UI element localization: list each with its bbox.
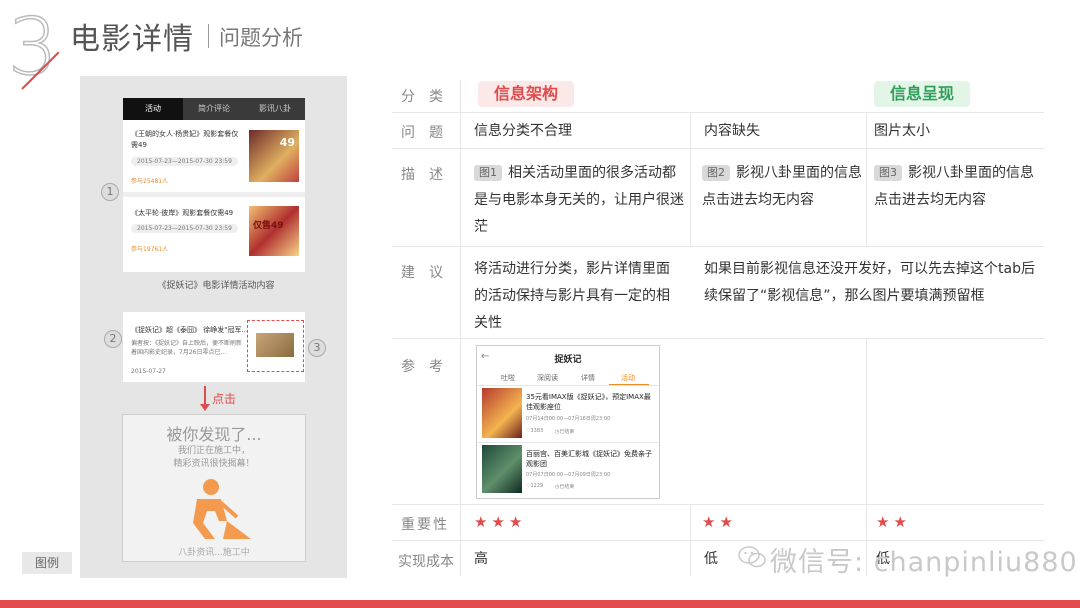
news-thumbnail-image [256,333,294,357]
flow-arrow-line [204,386,206,404]
item-divider [477,442,659,443]
row-label-problem: 问题 [401,125,457,141]
row-label-cost: 实现成本 [398,554,454,570]
row-divider [392,246,1044,247]
page-subtitle: 问题分析 [219,26,303,50]
empty-content-screen: 被你发现了... 我们正在施工中， 精彩资讯很快揭幕！ 八卦资讯...施工中 [122,414,306,562]
row-divider [392,504,1044,505]
activity-date: 2015-07-23—2015-07-30 23:59 [131,224,238,233]
column-divider [690,504,691,576]
cost-cell: 低 [704,551,718,567]
marker-2: 2 [104,330,122,348]
activity-participants: 参与19761人 [131,246,169,253]
section-number: 3 [7,2,58,94]
marker-3: 3 [308,339,326,357]
description-cell: 图3 影视八卦里面的信息点击进去均无内容 [874,160,1034,214]
reference-item-likes: ♡1229 [526,483,544,489]
figure-tag: 图2 [702,165,730,181]
activity-card[interactable]: 《太平轮·彼岸》观影套餐仅需49 2015-07-23—2015-07-30 2… [123,198,305,264]
row-label-suggestion: 建议 [401,265,457,281]
row-divider [392,112,1044,113]
reference-screenshot: ← 捉妖记 吐啦 深阅读 详情 活动 35元看IMAX版《捉妖记》，预定IMAX… [476,345,660,499]
problem-cell: 内容缺失 [704,123,760,139]
marker-1: 1 [101,183,119,201]
poster-price: 仅售49 [253,221,284,231]
activity-title: 《太平轮·彼岸》观影套餐仅需49 [131,209,234,217]
bottom-accent-bar [0,600,1080,608]
activity-card[interactable]: 《王朝的女人·杨贵妃》观影套餐仅需49 2015-07-23—2015-07-3… [123,122,305,197]
figure-tag: 图3 [874,165,902,181]
small-image-highlight [247,320,304,372]
legend-label: 图例 [22,552,72,574]
figure-tag: 图1 [474,165,502,181]
category-info-presentation: 信息呈现 [874,81,970,107]
activity-participants: 参与25481人 [131,178,169,185]
row-label-description: 描述 [401,167,457,183]
watermark-text: 微信号: chanpinliu880 [770,547,1078,578]
tab-intro-review[interactable]: 简介评论 [184,98,244,120]
tab-divider [477,385,659,386]
news-date: 2015-07-27 [131,368,166,375]
row-divider [392,338,1044,339]
activity-poster-image: 49 [249,130,299,182]
importance-stars: ★★ [876,513,911,531]
movie-detail-tabbar: 活动 简介评论 影讯八卦 [123,98,305,120]
description-text: 相关活动里面的很多活动都是与电影本身无关的，让用户很迷茫 [474,165,684,235]
news-summary: 偏者按：《捉妖记》自上映后，便不断刷新着国内影史纪录，7月26日零点已... [131,340,243,356]
wechat-icon [738,546,766,568]
activity-date: 2015-07-23—2015-07-30 23:59 [131,157,238,166]
column-divider [866,112,867,246]
row-label-importance: 重要性 [401,517,449,533]
empty-footer: 八卦资讯...施工中 [178,548,250,558]
reference-thumbnail-image [482,388,522,438]
reference-item-date: 07月14日00:00—07月16日周23:00 [526,416,611,422]
click-label: 点击 [212,392,237,406]
title-divider [208,24,209,48]
construction-worker-icon [193,479,251,539]
row-divider [392,148,1044,149]
reference-tab[interactable]: 详情 [581,373,595,383]
category-info-architecture: 信息架构 [478,81,574,107]
example-caption: 《捉妖记》电影详情活动内容 [157,281,275,291]
column-divider [690,112,691,246]
reference-item-status: ◷已结束 [555,429,575,435]
activity-poster-image: 仅售49 [249,206,299,256]
reference-item-status: ◷已结束 [555,484,575,490]
activity-title: 《王朝的女人·杨贵妃》观影套餐仅需49 [131,130,239,149]
reference-tab-active[interactable]: 活动 [621,373,635,383]
problem-cell: 图片太小 [874,123,930,139]
reference-item-date: 07月07日00:00—07月09日周23:00 [526,472,611,478]
reference-item-likes: ♡3383 [526,428,544,434]
row-label-category: 分类 [401,89,457,105]
row-label-reference: 参考 [401,359,457,375]
problem-cell: 信息分类不合理 [474,123,572,139]
suggestion-cell: 如果目前影视信息还没开发好，可以先去掉这个tab后续保留了“影视信息”，那么图片… [704,261,1035,304]
reference-item-title: 百丽宫、百美汇影城《捉妖记》免费亲子观影团 [526,450,652,468]
empty-line-1: 我们正在施工中， [177,446,250,456]
reference-thumbnail-image [482,445,522,493]
tab-gossip[interactable]: 影讯八卦 [245,98,305,120]
reference-tab[interactable]: 吐啦 [501,373,515,383]
column-divider [460,80,461,576]
down-arrow-icon [200,404,210,411]
page-title: 电影详情 [70,22,194,57]
empty-line-2: 精彩资讯很快揭幕！ [173,459,255,469]
reference-item-title: 35元看IMAX版《捉妖记》，预定IMAX最佳观影座位 [526,393,651,411]
description-cell: 图2 影视八卦里面的信息点击进去均无内容 [702,160,862,214]
importance-stars: ★★ [702,513,737,531]
tab-activity[interactable]: 活动 [123,98,183,120]
suggestion-cell: 将活动进行分类，影片详情里面的活动保持与影片具有一定的相关性 [474,261,670,331]
description-cell: 图1 相关活动里面的很多活动都是与电影本身无关的，让用户很迷茫 [474,160,684,241]
reference-tab[interactable]: 深阅读 [537,373,558,383]
importance-stars: ★★★ [474,513,527,531]
empty-title: 被你发现了... [166,425,262,444]
reference-title: 捉妖记 [554,355,582,365]
cost-cell: 高 [474,551,488,567]
news-title: 《捉妖记》超《泰囧》 徐峥发"冠军... [131,326,249,334]
poster-price: 49 [279,136,295,149]
